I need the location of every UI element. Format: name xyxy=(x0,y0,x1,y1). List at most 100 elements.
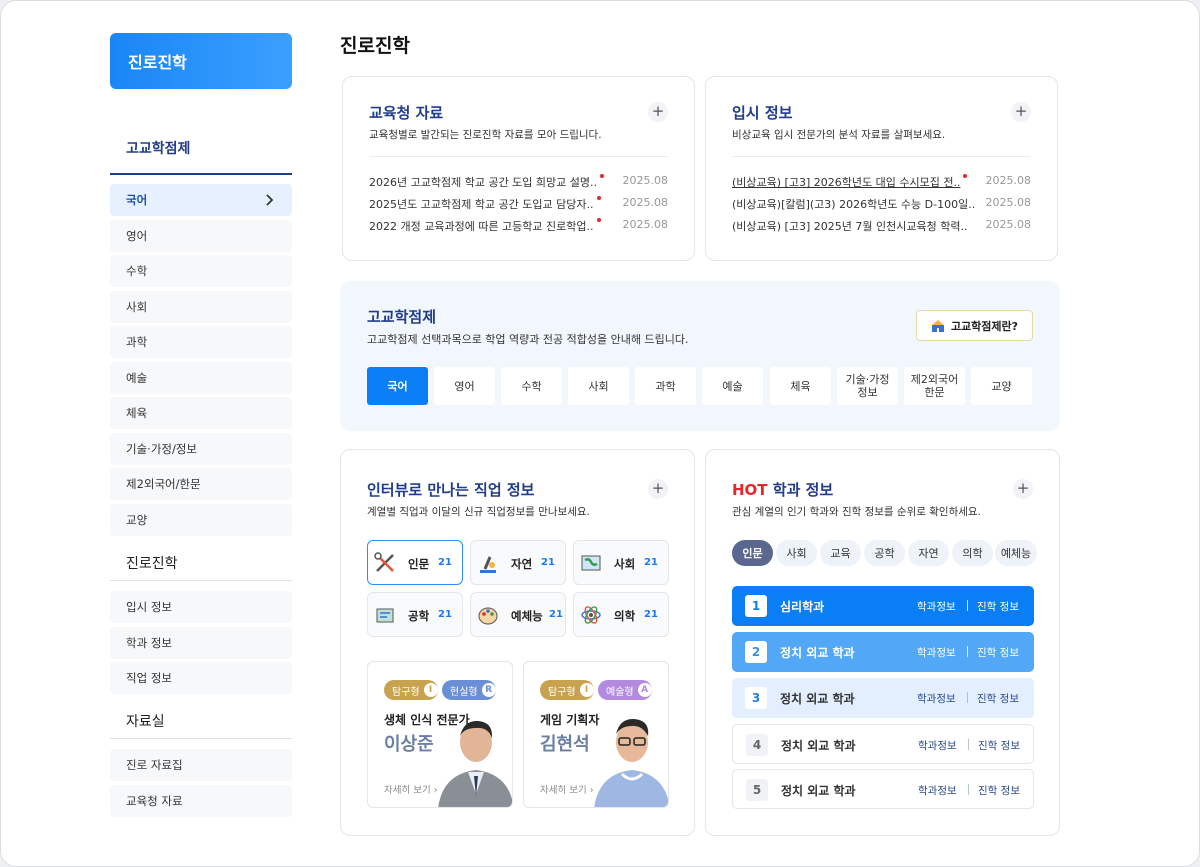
rank-row[interactable]: 1 심리학과 학과정보 진학 정보 xyxy=(732,586,1034,626)
rank-row[interactable]: 4 정치 외교 학과 학과정보 진학 정보 xyxy=(732,724,1034,764)
subject-tab[interactable]: 수학 xyxy=(501,367,562,405)
card-subtitle: 관심 계열의 인기 학과와 진학 정보를 순위로 확인하세요. xyxy=(732,506,981,518)
sidebar-item-edu-office[interactable]: 교육청 자료 xyxy=(110,784,292,817)
more-link[interactable]: 자세히 보기 › xyxy=(384,782,438,796)
filter-pill[interactable]: 자연 xyxy=(908,540,949,566)
divider xyxy=(732,156,1031,157)
job-info-card: 인터뷰로 만나는 직업 정보 계열별 직업과 이달의 신규 직업정보를 만나보세… xyxy=(340,449,695,836)
sidebar-item-social[interactable]: 사회 xyxy=(110,290,292,323)
admission-info-link[interactable]: 진학 정보 xyxy=(977,645,1019,660)
job-category-social[interactable]: 사회 21 xyxy=(573,540,669,585)
person-name: 김현석 xyxy=(540,734,590,755)
rank-row[interactable]: 5 정치 외교 학과 학과정보 진학 정보 xyxy=(732,769,1034,809)
admission-info-link[interactable]: 진학 정보 xyxy=(978,783,1020,798)
sidebar-item-pe[interactable]: 체육 xyxy=(110,397,292,429)
sidebar-section-resources[interactable]: 자료실 xyxy=(110,711,292,739)
credit-info-button[interactable]: 고교학점제란? xyxy=(916,310,1033,341)
sidebar-item-foreign[interactable]: 제2외국어/한문 xyxy=(110,468,292,500)
sidebar-section-credit[interactable]: 고교학점제 xyxy=(110,139,292,175)
job-category-arts[interactable]: 예체능 21 xyxy=(470,592,566,637)
person-name: 이상준 xyxy=(384,734,434,755)
admission-info-link[interactable]: 진학 정보 xyxy=(977,599,1019,614)
subject-tab[interactable]: 영어 xyxy=(434,367,495,405)
subject-tab[interactable]: 교양 xyxy=(971,367,1032,405)
credit-system-panel: 고교학점제 고교학점제 선택과목으로 학업 역량과 전공 적합성을 안내해 드립… xyxy=(340,281,1060,431)
globe-icon xyxy=(581,555,601,571)
sidebar-item-career-book[interactable]: 진로 자료집 xyxy=(110,749,292,781)
school-icon xyxy=(931,319,944,332)
filter-pill[interactable]: 사회 xyxy=(776,540,817,566)
admission-card: 입시 정보 비상교육 입시 전문가의 분석 자료를 살펴보세요. + (비상교육… xyxy=(705,76,1058,261)
sidebar-item-science[interactable]: 과학 xyxy=(110,326,292,358)
app-frame: 진로진학 고교학점제 국어 영어 수학 사회 과학 예술 체육 기술·가정/정보… xyxy=(0,0,1200,867)
filter-pill[interactable]: 의학 xyxy=(952,540,993,566)
subject-tab[interactable]: 제2외국어 한문 xyxy=(904,367,965,405)
major-info-link[interactable]: 학과정보 xyxy=(917,691,956,706)
sidebar-section-career[interactable]: 진로진학 xyxy=(110,553,292,581)
panel-title: 고교학점제 xyxy=(367,308,437,326)
card-subtitle: 교육청별로 발간되는 진로진학 자료를 모아 드립니다. xyxy=(369,129,602,141)
new-dot-icon xyxy=(596,218,601,222)
job-category-medicine[interactable]: 의학 21 xyxy=(573,592,669,637)
interview-card[interactable]: 탐구형 I 예술형 A 게임 기획자 김현석 자세히 보기 › xyxy=(523,661,669,808)
more-plus-icon[interactable]: + xyxy=(1013,479,1033,499)
admission-info-link[interactable]: 진학 정보 xyxy=(978,738,1020,753)
sidebar-item-major[interactable]: 학과 정보 xyxy=(110,626,292,659)
major-info-link[interactable]: 학과정보 xyxy=(917,645,956,660)
sidebar-header[interactable]: 진로진학 xyxy=(110,33,292,89)
card-title: HOT 학과 정보 xyxy=(732,481,834,499)
sidebar-item-tech[interactable]: 기술·가정/정보 xyxy=(110,432,292,465)
filter-pill[interactable]: 인문 xyxy=(732,540,773,566)
sidebar-item-arts[interactable]: 예술 xyxy=(110,361,292,394)
atom-icon xyxy=(581,606,601,624)
sidebar-item-english[interactable]: 영어 xyxy=(110,219,292,252)
card-title: 입시 정보 xyxy=(732,104,793,122)
admission-info-link[interactable]: 진학 정보 xyxy=(977,691,1019,706)
sidebar-item-admission[interactable]: 입시 정보 xyxy=(110,591,292,623)
major-info-link[interactable]: 학과정보 xyxy=(917,599,956,614)
sidebar-item-math[interactable]: 수학 xyxy=(110,255,292,287)
more-plus-icon[interactable]: + xyxy=(648,479,668,499)
sidebar-career-list: 입시 정보 학과 정보 직업 정보 xyxy=(110,591,292,698)
subject-tab[interactable]: 사회 xyxy=(568,367,629,405)
sidebar-resource-list: 진로 자료집 교육청 자료 xyxy=(110,749,292,820)
filter-pill[interactable]: 예체능 xyxy=(995,540,1037,566)
more-plus-icon[interactable]: + xyxy=(1011,102,1031,122)
filter-pill[interactable]: 교육 xyxy=(820,540,861,566)
personality-tag: 예술형 A xyxy=(598,680,652,700)
job-category-nature[interactable]: 자연 21 xyxy=(470,540,566,585)
page-title: 진로진학 xyxy=(340,35,410,57)
subject-tab[interactable]: 체육 xyxy=(770,367,831,405)
new-dot-icon xyxy=(600,174,605,178)
sidebar-subject-list: 국어 영어 수학 사회 과학 예술 체육 기술·가정/정보 제2외국어/한문 교… xyxy=(110,184,292,539)
rank-row[interactable]: 3 정치 외교 학과 학과정보 진학 정보 xyxy=(732,678,1034,718)
rank-row[interactable]: 2 정치 외교 학과 학과정보 진학 정보 xyxy=(732,632,1034,672)
card-subtitle: 비상교육 입시 전문가의 분석 자료를 살펴보세요. xyxy=(732,129,946,141)
palette-icon xyxy=(478,607,498,625)
personality-tag: 현실형 R xyxy=(442,680,496,700)
more-plus-icon[interactable]: + xyxy=(648,102,668,122)
person-role: 게임 기획자 xyxy=(540,713,600,727)
sidebar-item-job[interactable]: 직업 정보 xyxy=(110,662,292,694)
microscope-icon xyxy=(480,556,496,573)
job-category-humanities[interactable]: 인문 21 xyxy=(367,540,463,585)
subject-tab[interactable]: 기술·가정 정보 xyxy=(837,367,898,405)
interview-card[interactable]: 탐구형 I 현실형 R 생체 인식 전문가 이상준 자세히 보기 › xyxy=(367,661,513,808)
personality-tag: 탐구형 I xyxy=(384,680,438,700)
sidebar-item-korean[interactable]: 국어 xyxy=(110,184,292,216)
tools-icon xyxy=(374,552,394,572)
major-info-link[interactable]: 학과정보 xyxy=(918,783,957,798)
sidebar-item-liberal[interactable]: 교양 xyxy=(110,503,292,536)
chevron-right-icon xyxy=(266,194,274,206)
subject-tab[interactable]: 예술 xyxy=(702,367,763,405)
major-info-link[interactable]: 학과정보 xyxy=(918,738,957,753)
subject-tab[interactable]: 국어 xyxy=(367,367,428,405)
panel-subtitle: 고교학점제 선택과목으로 학업 역량과 전공 적합성을 안내해 드립니다. xyxy=(367,333,689,346)
job-category-engineering[interactable]: 공학 21 xyxy=(367,592,463,637)
edu-office-card: 교육청 자료 교육청별로 발간되는 진로진학 자료를 모아 드립니다. + 20… xyxy=(342,76,695,261)
person-photo-icon xyxy=(438,720,512,807)
more-link[interactable]: 자세히 보기 › xyxy=(540,782,594,796)
filter-pill[interactable]: 공학 xyxy=(864,540,905,566)
subject-tab[interactable]: 과학 xyxy=(635,367,696,405)
blueprint-icon xyxy=(376,608,394,623)
